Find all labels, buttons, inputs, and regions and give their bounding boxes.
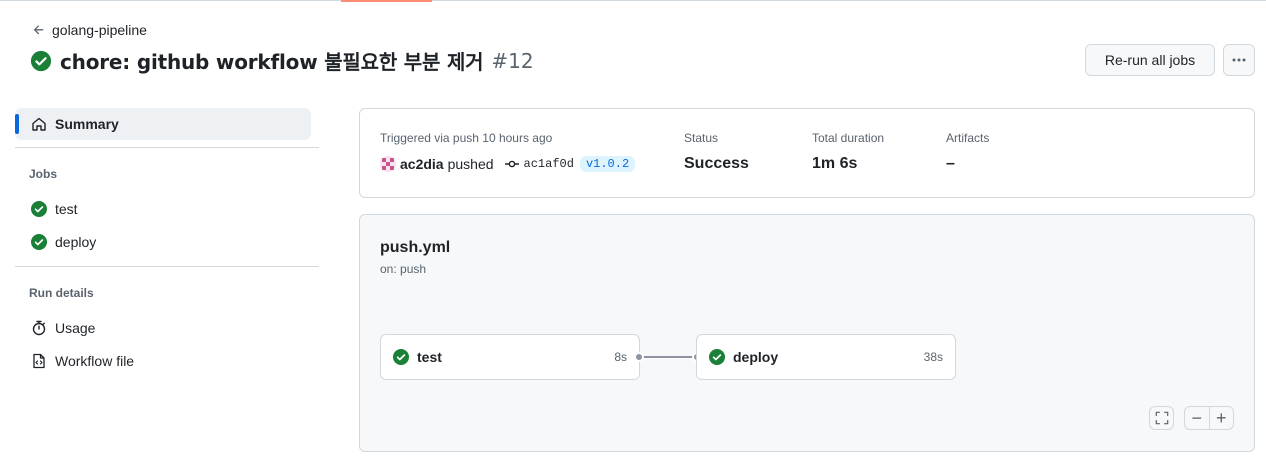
workflow-file-name: push.yml [380, 239, 451, 256]
arrow-left-icon [33, 25, 44, 35]
sidebar-item-job-test[interactable]: test [15, 192, 319, 225]
zoom-in-button[interactable]: + [1210, 407, 1234, 429]
commit-sha-link[interactable]: ac1af0d [524, 157, 574, 171]
fullscreen-button[interactable] [1149, 406, 1174, 430]
trigger-label: Triggered via push 10 hours ago [380, 131, 553, 145]
artifacts-value: – [946, 155, 955, 172]
more-options-button[interactable] [1223, 44, 1255, 76]
run-sidebar: Summary Jobs test deploy Run details Usa… [15, 108, 319, 377]
header-divider [0, 0, 1266, 1]
action-text: pushed [447, 156, 494, 172]
stopwatch-icon [32, 320, 46, 335]
home-icon [32, 117, 46, 131]
job-duration: 8s [614, 350, 627, 364]
artifacts-label: Artifacts [946, 131, 990, 145]
status-label: Status [684, 131, 719, 145]
zoom-controls: − + [1184, 406, 1234, 430]
active-indicator [15, 114, 19, 134]
zoom-out-button[interactable]: − [1185, 407, 1210, 429]
file-code-icon [33, 353, 45, 368]
workflow-trigger: on: push [380, 262, 427, 276]
back-link-label[interactable]: golang-pipeline [52, 22, 147, 38]
duration-value: 1m 6s [812, 155, 858, 172]
job-name: test [417, 349, 442, 365]
run-summary-card: Triggered via push 10 hours ago ac2dia p… [359, 108, 1255, 198]
check-circle-fill-icon [31, 233, 47, 250]
active-tab-underline [341, 0, 432, 2]
run-number: #12 [491, 48, 534, 73]
run-details-heading: Run details [29, 286, 94, 300]
back-to-workflow-link[interactable]: golang-pipeline [32, 22, 147, 38]
sidebar-item-label: Usage [55, 319, 96, 336]
workflow-graph: push.yml on: push test 8s deploy 38s − + [359, 214, 1255, 452]
sidebar-item-summary[interactable]: Summary [15, 108, 311, 140]
branch-tag-badge[interactable]: v1.0.2 [579, 156, 636, 172]
page-title: chore: github workflow 불필요한 부분 제거 #12 [30, 46, 534, 75]
status-value: Success [684, 155, 749, 172]
rerun-all-jobs-button[interactable]: Re-run all jobs [1085, 44, 1215, 76]
connector-dot [634, 352, 644, 362]
check-circle-fill-icon [30, 50, 52, 71]
sidebar-item-label: Summary [55, 116, 119, 132]
check-circle-fill-icon [31, 200, 47, 217]
kebab-horizontal-icon [1232, 58, 1246, 62]
screen-full-icon [1155, 411, 1168, 425]
duration-label: Total duration [812, 131, 885, 145]
jobs-heading: Jobs [29, 167, 58, 181]
sidebar-item-job-deploy[interactable]: deploy [15, 225, 319, 258]
job-name: deploy [733, 349, 779, 365]
sidebar-item-label: test [55, 200, 78, 217]
git-commit-icon [504, 160, 519, 168]
job-node-deploy[interactable]: deploy 38s [696, 334, 956, 380]
sidebar-item-workflow-file[interactable]: Workflow file [15, 344, 319, 377]
avatar[interactable] [380, 156, 396, 172]
sidebar-item-label: Workflow file [55, 352, 135, 369]
actor-link[interactable]: ac2dia [400, 156, 444, 172]
sidebar-item-label: deploy [55, 233, 97, 250]
job-connector-line [639, 356, 697, 358]
check-circle-fill-icon [393, 349, 409, 365]
sidebar-item-usage[interactable]: Usage [15, 311, 319, 344]
job-duration: 38s [923, 350, 943, 364]
job-node-test[interactable]: test 8s [380, 334, 640, 380]
run-title: chore: github workflow 불필요한 부분 제거 [60, 50, 484, 74]
check-circle-fill-icon [709, 349, 725, 365]
trigger-details: ac2dia pushed ac1af0d v1.0.2 [380, 156, 636, 172]
